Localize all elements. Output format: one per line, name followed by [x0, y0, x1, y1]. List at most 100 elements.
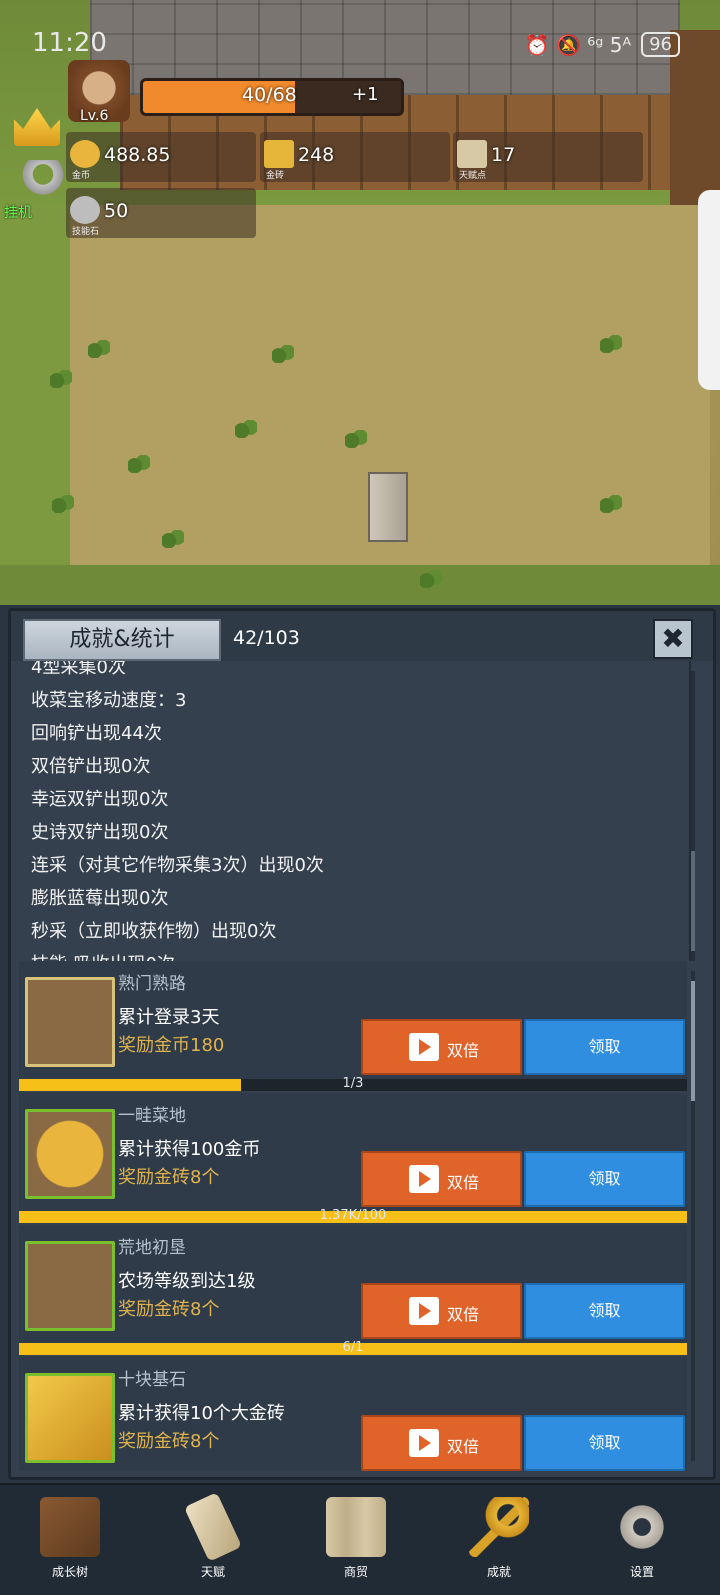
crop-sprout[interactable] — [88, 340, 110, 358]
achievement-reward: 奖励金砖8个 — [118, 1167, 220, 1188]
map-icon — [326, 1497, 386, 1557]
close-button[interactable]: ✖ — [653, 619, 693, 659]
key-icon[interactable] — [22, 160, 64, 208]
grass-left — [0, 205, 80, 585]
achievement-card: 熟门熟路 累计登录3天 奖励金币180 双倍 领取 — [19, 961, 687, 1091]
stone-icon — [70, 196, 100, 224]
status-time: 11:20 — [32, 28, 107, 58]
nav-trade[interactable]: 商贸 — [296, 1493, 416, 1589]
achievement-name: 荒地初垦 — [118, 1238, 186, 1258]
achievement-progress: 42/103 — [233, 627, 300, 649]
video-play-icon — [409, 1033, 439, 1061]
scroll-icon — [457, 140, 487, 168]
xp-text: 40/68 — [242, 84, 297, 106]
afk-label[interactable]: 挂机 — [4, 202, 32, 222]
achievement-progress-bar: 1/3 — [19, 1076, 687, 1091]
gold-brick-counter[interactable]: 248 金砖 — [260, 132, 450, 182]
double-reward-button[interactable]: 双倍 — [361, 1283, 522, 1339]
claim-button[interactable]: 领取 — [524, 1019, 685, 1075]
achievement-desc: 农场等级到达1级 — [118, 1271, 256, 1292]
crop-sprout[interactable] — [600, 495, 622, 513]
double-reward-button[interactable]: 双倍 — [361, 1151, 522, 1207]
nav-talent[interactable]: 天赋 — [153, 1492, 273, 1589]
crop-sprout[interactable] — [52, 495, 74, 513]
gold-coin-icon — [25, 1109, 115, 1199]
crop-sprout[interactable] — [600, 335, 622, 353]
achievement-reward: 奖励金砖8个 — [118, 1431, 220, 1452]
achievement-card: 荒地初垦 农场等级到达1级 奖励金砖8个 双倍 领取 — [19, 1225, 687, 1355]
stat-line: 收菜宝移动速度：3 — [31, 690, 187, 711]
achievement-progress-bar: 1.37K/100 — [19, 1208, 687, 1223]
crop-sprout[interactable] — [128, 455, 150, 473]
stat-line: 秒采（立即收获作物）出现0次 — [31, 921, 277, 942]
crop-sprout[interactable] — [162, 530, 184, 548]
crop-sprout[interactable] — [50, 370, 72, 388]
crop-lock-sign-icon — [25, 1241, 115, 1331]
bottom-nav: 成长树 天赋 商贸 成就 设置 — [0, 1483, 720, 1595]
nav-label: 设置 — [629, 1565, 654, 1579]
crop-sprout[interactable] — [235, 420, 257, 438]
status-icons: ⏰ 🔕 ⁶ᵍ 5ᴬ 96 — [525, 32, 680, 57]
achievement-scroll-thumb[interactable] — [691, 981, 695, 1101]
achievement-reward: 奖励金砖8个 — [118, 1299, 220, 1320]
achievement-name: 熟门熟路 — [118, 974, 186, 994]
nav-label: 成就 — [486, 1565, 511, 1579]
nav-achievements[interactable]: 成就 — [439, 1493, 559, 1589]
double-reward-button[interactable]: 双倍 — [361, 1019, 522, 1075]
key-icon — [469, 1497, 529, 1557]
scroll-icon — [184, 1492, 242, 1562]
gear-icon — [612, 1497, 672, 1557]
book-icon — [40, 1497, 100, 1557]
battery-icon: 96 — [641, 32, 680, 57]
nav-settings[interactable]: 设置 — [582, 1493, 702, 1589]
side-drawer-handle[interactable] — [698, 190, 720, 390]
farmer-portrait-icon — [25, 977, 115, 1067]
talent-point-counter[interactable]: 17 天赋点 — [453, 132, 643, 182]
talent-point-value: 17 — [491, 144, 516, 166]
gold-coin-counter[interactable]: 488.85 金币 — [66, 132, 256, 182]
stats-list[interactable]: 4型采集0次 收菜宝移动速度：3 回响铲出现44次 双倍铲出现0次 幸运双铲出现… — [19, 661, 691, 961]
stat-line: 连采（对其它作物采集3次）出现0次 — [31, 855, 324, 876]
claim-button[interactable]: 领取 — [524, 1151, 685, 1207]
gold-brick-caption: 金砖 — [266, 171, 285, 181]
stat-line: 幸运双铲出现0次 — [31, 789, 169, 810]
stats-scroll-thumb[interactable] — [691, 851, 695, 951]
crop-sprout[interactable] — [420, 570, 442, 588]
video-play-icon — [409, 1429, 439, 1457]
achievement-progress-bar: 6/1 — [19, 1340, 687, 1355]
achievement-list[interactable]: 熟门熟路 累计登录3天 奖励金币180 双倍 领取 1/3 一畦菜地 累计获得1… — [19, 961, 689, 1471]
stat-line: 回响铲出现44次 — [31, 723, 162, 744]
gold-coin-value: 488.85 — [104, 144, 171, 166]
nav-growth-tree[interactable]: 成长树 — [10, 1493, 130, 1589]
video-play-icon — [409, 1297, 439, 1325]
stat-line: 技能-吸收出现0次 — [31, 950, 175, 961]
crop-sprout[interactable] — [272, 345, 294, 363]
skill-stone-caption: 技能石 — [72, 227, 100, 237]
achievement-desc: 累计获得100金币 — [118, 1139, 261, 1160]
progress-text: 1.37K/100 — [319, 1208, 387, 1223]
gold-brick-value: 248 — [298, 144, 335, 166]
gold-bar-icon — [25, 1373, 115, 1463]
crop-sprout[interactable] — [345, 430, 367, 448]
stat-line: 膨胀蓝莓出现0次 — [31, 888, 169, 909]
achievement-panel: 成就&统计 42/103 ✖ 4型采集0次 收菜宝移动速度：3 回响铲出现44次… — [8, 608, 716, 1480]
stone-pillar[interactable] — [368, 472, 408, 542]
double-label: 双倍 — [447, 1041, 480, 1060]
skill-stone-counter[interactable]: 50 技能石 — [66, 188, 256, 238]
talent-point-caption: 天赋点 — [459, 171, 487, 181]
tab-achievements[interactable]: 成就&统计 — [23, 619, 221, 661]
achievement-reward: 奖励金币180 — [118, 1035, 225, 1056]
achievement-desc: 累计获得10个大金砖 — [118, 1403, 285, 1424]
achievement-card: 一畦菜地 累计获得100金币 奖励金砖8个 双倍 领取 — [19, 1093, 687, 1223]
claim-button[interactable]: 领取 — [524, 1283, 685, 1339]
panel-header: 成就&统计 42/103 ✖ — [11, 611, 713, 661]
claim-button[interactable]: 领取 — [524, 1415, 685, 1471]
stat-line: 史诗双铲出现0次 — [31, 822, 169, 843]
progress-text: 6/1 — [342, 1340, 364, 1355]
stat-line: 4型采集0次 — [31, 661, 126, 678]
video-play-icon — [409, 1165, 439, 1193]
skill-stone-value: 50 — [104, 200, 129, 222]
double-label: 双倍 — [447, 1437, 480, 1456]
player-level: Lv.6 — [80, 108, 109, 124]
double-reward-button[interactable]: 双倍 — [361, 1415, 522, 1471]
